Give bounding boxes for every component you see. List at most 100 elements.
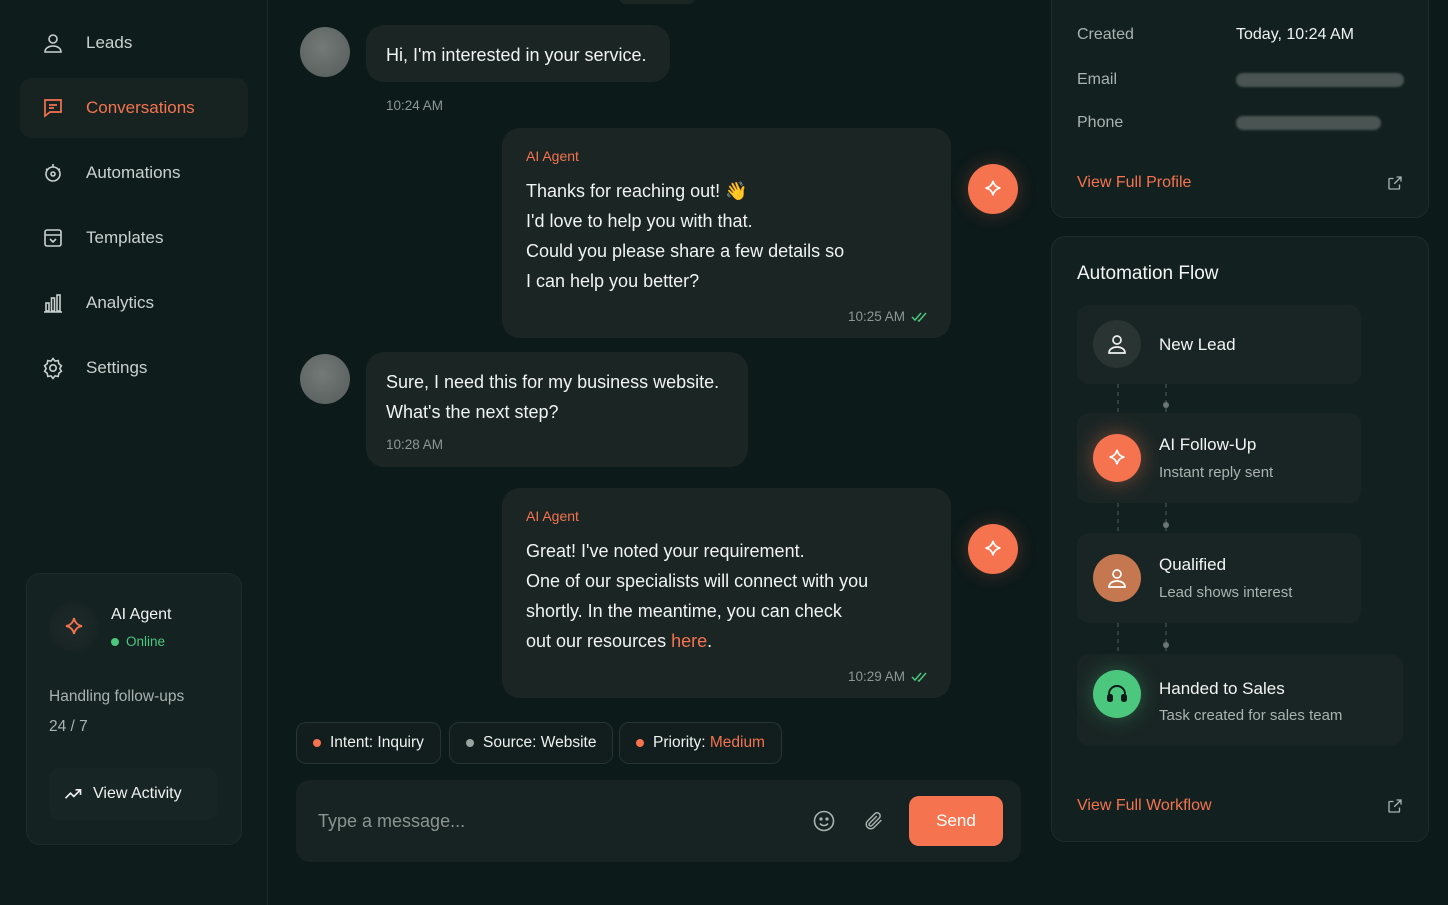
message-input[interactable] bbox=[318, 802, 788, 840]
chat-icon bbox=[40, 95, 66, 121]
sidebar-item-label: Templates bbox=[86, 228, 164, 247]
link-label: View Full Profile bbox=[1077, 174, 1192, 191]
tag-value: Medium bbox=[709, 734, 765, 751]
emoji-icon[interactable] bbox=[811, 808, 837, 834]
link-label: View Full Workflow bbox=[1077, 797, 1212, 814]
message-line-text: out our resources bbox=[526, 631, 672, 651]
flow-connectors bbox=[1117, 384, 1169, 654]
tag-priority[interactable]: Priority: Medium bbox=[619, 722, 782, 764]
view-full-workflow-link[interactable]: View Full Workflow bbox=[1077, 797, 1404, 815]
ai-avatar bbox=[968, 164, 1018, 214]
timestamp: 10:28 AM bbox=[386, 437, 444, 452]
avatar bbox=[300, 354, 350, 404]
sidebar-item-analytics[interactable]: Analytics bbox=[20, 273, 248, 333]
status-dot bbox=[111, 637, 119, 646]
tag-dot bbox=[313, 739, 321, 747]
ai-avatar bbox=[968, 524, 1018, 574]
user-message-bubble: Hi, I'm interested in your service. bbox=[366, 25, 670, 82]
tag-source[interactable]: Source: Website bbox=[449, 722, 614, 764]
ai-message-bubble: AI Agent Great! I've noted your requirem… bbox=[502, 488, 951, 698]
tag-label: Priority: Medium bbox=[653, 734, 765, 752]
resources-link[interactable]: here bbox=[671, 631, 707, 651]
flow-step-handed-to-sales[interactable]: Handed to Sales Task created for sales t… bbox=[1077, 654, 1403, 746]
sidebar-item-label: Automations bbox=[86, 163, 181, 182]
timestamp: 10:24 AM bbox=[386, 98, 444, 113]
lead-profile-card: Created Today, 10:24 AM Email Phone View… bbox=[1051, 0, 1429, 218]
sidebar-item-label: Leads bbox=[86, 33, 133, 52]
message-line: I'd love to help you with that. bbox=[526, 211, 753, 231]
phone-redacted bbox=[1236, 116, 1381, 130]
flow-title: Automation Flow bbox=[1077, 263, 1219, 284]
sidebar-item-leads[interactable]: Leads bbox=[20, 13, 248, 73]
sidebar-item-label: Settings bbox=[86, 358, 148, 377]
tag-label: Intent: Inquiry bbox=[330, 734, 424, 751]
message-line: Great! I've noted your requirement. bbox=[526, 541, 805, 561]
message-line: Thanks for reaching out! 👋 bbox=[526, 181, 748, 201]
sparkle-icon bbox=[985, 540, 1001, 556]
chat-panel: Hi, I'm interested in your service. 10:2… bbox=[269, 0, 1049, 905]
sparkle-icon bbox=[65, 617, 83, 635]
external-link-icon bbox=[1388, 799, 1402, 813]
agent-status: Online bbox=[111, 634, 165, 649]
timestamp: 10:29 AM bbox=[847, 669, 905, 684]
view-activity-button[interactable]: View Activity bbox=[49, 768, 217, 820]
sidebar-item-settings[interactable]: Settings bbox=[20, 338, 248, 398]
message-line: One of our specialists will connect with… bbox=[526, 571, 869, 591]
email-label: Email bbox=[1077, 71, 1118, 88]
double-check-icon bbox=[911, 672, 927, 682]
phone-label: Phone bbox=[1077, 114, 1124, 131]
sidebar-item-automations[interactable]: Automations bbox=[20, 143, 248, 203]
tag-key: Priority: bbox=[653, 734, 710, 751]
agent-task-line: 24 / 7 bbox=[49, 718, 88, 735]
user-icon bbox=[1093, 320, 1141, 368]
sidebar: Leads Conversations Automations Template… bbox=[0, 0, 268, 905]
timestamp: 10:25 AM bbox=[847, 309, 905, 324]
message-line: I can help you better? bbox=[526, 271, 700, 291]
view-activity-label: View Activity bbox=[93, 785, 182, 802]
agent-name: AI Agent bbox=[111, 606, 172, 623]
sidebar-item-conversations[interactable]: Conversations bbox=[20, 78, 248, 138]
user-icon bbox=[40, 30, 66, 56]
tag-dot bbox=[636, 739, 644, 747]
created-label: Created bbox=[1077, 26, 1134, 43]
step-subtitle: Task created for sales team bbox=[1159, 707, 1343, 724]
step-title: New Lead bbox=[1159, 335, 1236, 354]
external-link-icon bbox=[1388, 176, 1402, 190]
tag-dot bbox=[466, 739, 474, 747]
avatar bbox=[300, 27, 350, 77]
tag-intent[interactable]: Intent: Inquiry bbox=[296, 722, 441, 764]
message-composer: Send bbox=[296, 780, 1021, 862]
send-button[interactable]: Send bbox=[909, 796, 1003, 846]
message-line: shortly. In the meantime, you can check bbox=[526, 601, 842, 621]
sidebar-item-label: Conversations bbox=[86, 98, 195, 117]
ai-message-bubble: AI Agent Thanks for reaching out! 👋 I'd … bbox=[502, 128, 951, 338]
sidebar-item-templates[interactable]: Templates bbox=[20, 208, 248, 268]
analytics-icon bbox=[40, 290, 66, 316]
email-redacted bbox=[1236, 73, 1404, 87]
agent-task: Handling follow-ups 24 / 7 bbox=[49, 682, 229, 742]
message-meta: 10:29 AM bbox=[848, 669, 929, 684]
status-label: Online bbox=[126, 634, 166, 649]
sender-label: AI Agent bbox=[526, 508, 579, 524]
trend-icon bbox=[64, 789, 82, 799]
sender-label: AI Agent bbox=[526, 148, 579, 164]
view-full-profile-link[interactable]: View Full Profile bbox=[1077, 174, 1404, 192]
flow-step-new-lead[interactable]: New Lead bbox=[1077, 305, 1361, 384]
message-meta: 10:25 AM bbox=[848, 309, 929, 324]
message-time: 10:24 AM bbox=[386, 89, 443, 119]
template-icon bbox=[40, 225, 66, 251]
agent-task-line: Handling follow-ups bbox=[49, 688, 185, 705]
headset-icon bbox=[1093, 670, 1141, 718]
message-line: Could you please share a few details so bbox=[526, 241, 845, 261]
sidebar-item-label: Analytics bbox=[86, 293, 155, 312]
message-text: Thanks for reaching out! 👋 I'd love to h… bbox=[526, 176, 906, 296]
message-line: What's the next step? bbox=[386, 402, 559, 422]
tag-label: Source: Website bbox=[483, 734, 597, 751]
attachment-icon[interactable] bbox=[861, 808, 887, 834]
step-title: Handed to Sales bbox=[1159, 679, 1285, 698]
automation-flow-card: Automation Flow New Lead AI Follow-Up In… bbox=[1051, 236, 1429, 842]
gear-icon bbox=[40, 355, 66, 381]
agent-avatar bbox=[49, 602, 99, 652]
sparkle-icon bbox=[985, 180, 1001, 196]
message-text: Great! I've noted your requirement. One … bbox=[526, 536, 906, 656]
